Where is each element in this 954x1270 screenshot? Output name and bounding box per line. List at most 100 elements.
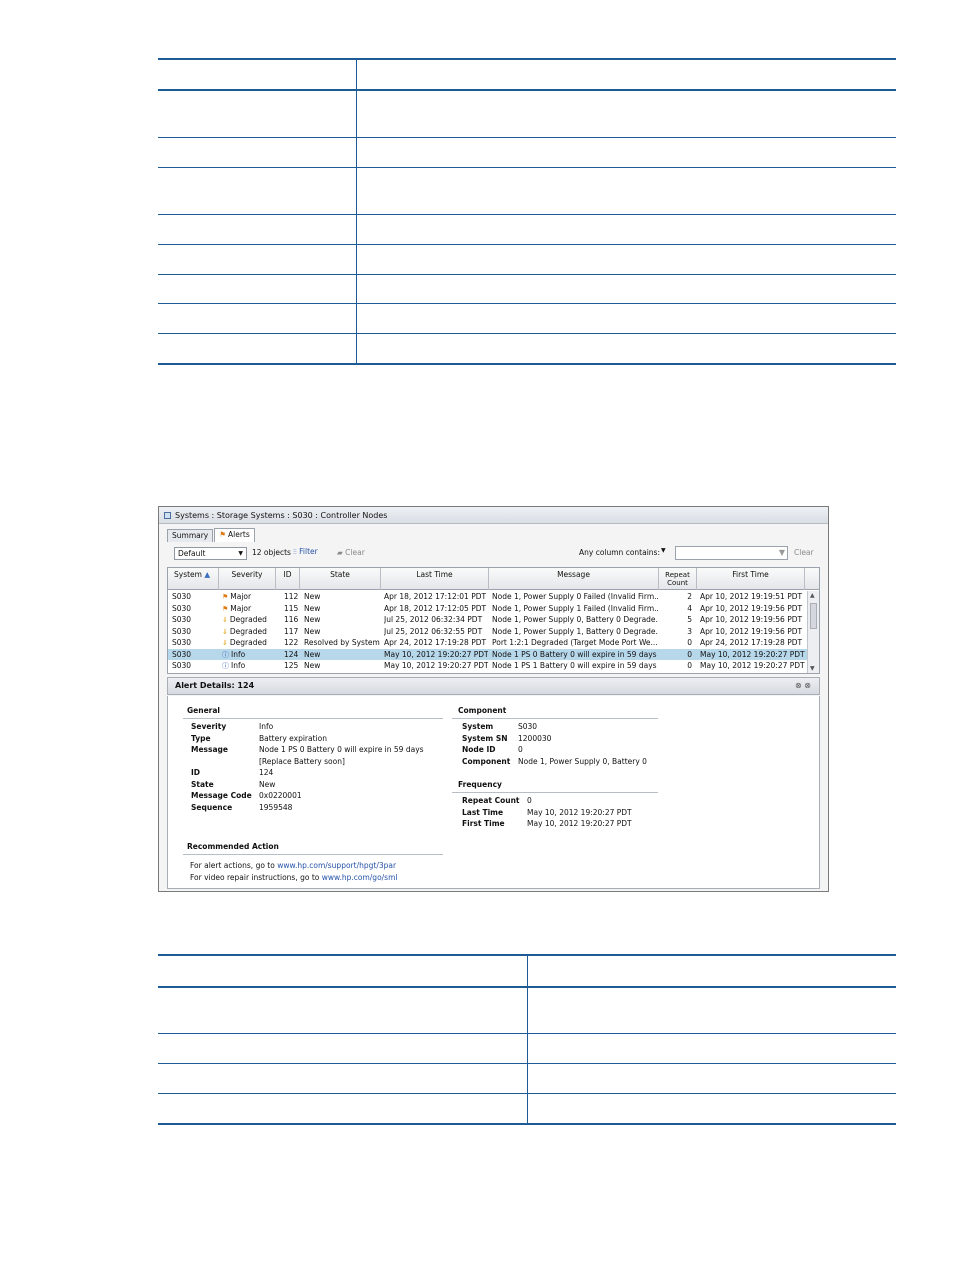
cell-system: S030 (172, 626, 192, 636)
cell-id: 124 (284, 649, 299, 659)
window-titlebar: Systems : Storage Systems : S030 : Contr… (159, 507, 828, 524)
cell-last-time: Apr 18, 2012 17:12:01 PDT (384, 592, 487, 601)
cell-first-time: Apr 24, 2012 17:19:28 PDT (700, 638, 803, 647)
column-header-repeat-count[interactable]: Repeat Count (659, 568, 697, 590)
field-label: Severity (191, 722, 227, 731)
column-filter-dropdown[interactable]: ▼ (661, 547, 666, 554)
document-table-top (158, 58, 896, 365)
cell-repeat-count: 2 (687, 592, 692, 601)
cell-message: Port 1:2:1 Degraded (Target Mode Port We… (492, 638, 658, 647)
breadcrumb: Systems : Storage Systems : S030 : Contr… (175, 511, 388, 520)
cell-message: Node 1 PS 1 Battery 0 will expire in 59 … (492, 661, 658, 670)
table-scrollbar[interactable]: ▲ ▼ (807, 591, 819, 673)
column-header-system[interactable]: System ▲ (168, 568, 219, 590)
cell-message: Node 1, Power Supply 0, Battery 0 Degrad… (492, 615, 658, 624)
table-row[interactable]: S030 ⚑ Major 115 New Apr 18, 2012 17:12:05 PD… (168, 603, 808, 615)
flag-icon: ⚑ (222, 604, 229, 613)
cell-message: Node 1, Power Supply 1, Battery 0 Degrad… (492, 626, 658, 636)
column-header-message[interactable]: Message (489, 568, 659, 590)
clear-filter-button[interactable]: ▰ Clear (337, 548, 365, 557)
flag-icon: ⚑ (219, 530, 226, 539)
alert-actions-link[interactable]: www.hp.com/support/hpgt/3par (277, 861, 396, 870)
field-label: System (462, 722, 494, 731)
column-header-first-time[interactable]: First Time (697, 568, 805, 590)
filter-select[interactable]: Default ▼ (174, 547, 247, 560)
field-label: System SN (462, 733, 508, 743)
collapse-down-icon[interactable]: ⊗ (804, 681, 811, 690)
recommended-action-heading: Recommended Action (187, 842, 279, 851)
table-header: System ▲ Severity ID State Last Time Mes… (168, 568, 819, 590)
nodes-icon (164, 512, 171, 519)
arrow-down-icon: ⇓ (222, 616, 228, 624)
field-value: 0 (518, 745, 523, 754)
field-label: Node ID (462, 745, 496, 754)
severity-label: Degraded (229, 638, 267, 647)
field-label: Type (191, 733, 211, 743)
info-icon: ⓘ (222, 662, 229, 670)
cell-last-time: Apr 18, 2012 17:12:05 PDT (384, 603, 487, 613)
scroll-up-icon[interactable]: ▲ (810, 592, 815, 599)
column-header-last-time[interactable]: Last Time (381, 568, 489, 590)
tab-summary[interactable]: Summary (167, 529, 214, 542)
tab-alerts[interactable]: ⚑ Alerts (214, 528, 255, 542)
cell-repeat-count: 0 (687, 649, 692, 659)
filter-button[interactable]: ⫶⫶ Filter (293, 547, 318, 557)
table-body: S030 ⚑ Major 112 New Apr 18, 2012 17:12:01 PD… (168, 591, 808, 672)
cell-system: S030 (172, 661, 192, 670)
field-label: Message (191, 745, 228, 754)
cell-last-time: Jul 25, 2012 06:32:55 PDT (384, 626, 483, 636)
alerts-window: Systems : Storage Systems : S030 : Contr… (158, 506, 829, 892)
cell-repeat-count: 0 (687, 638, 692, 647)
divider (452, 792, 658, 793)
table-row[interactable]: S030 ⇓ Degraded 116 New Jul 25, 2012 06:32:34… (168, 614, 808, 626)
severity-label: Major (230, 603, 252, 613)
field-label: Message Code (191, 791, 252, 800)
arrow-down-icon: ⇓ (222, 639, 228, 647)
alert-details-header: Alert Details: 124 ⊗ ⊗ (167, 677, 820, 695)
field-value: 0 (527, 796, 532, 805)
field-value: 124 (259, 768, 274, 777)
search-input[interactable]: ▼ (675, 546, 788, 560)
scroll-down-icon[interactable]: ▼ (810, 665, 815, 672)
field-value: Node 1 PS 0 Battery 0 will expire in 59 … (259, 745, 424, 754)
table-row[interactable]: S030 ⚑ Major 112 New Apr 18, 2012 17:12:01 PD… (168, 591, 808, 603)
cell-repeat-count: 0 (687, 661, 692, 670)
arrow-down-icon: ⇓ (222, 627, 228, 636)
cell-id: 115 (284, 603, 299, 613)
table-row[interactable]: S030 ⓘ Info 125 New May 10, 2012 19:20:27 PDT… (168, 660, 808, 672)
cell-last-time: May 10, 2012 19:20:27 PDT (384, 649, 488, 659)
cell-message: Node 1 PS 0 Battery 0 will expire in 59 … (492, 649, 658, 659)
cell-last-time: Apr 24, 2012 17:19:28 PDT (384, 638, 487, 647)
divider (183, 854, 443, 855)
cell-id: 116 (284, 615, 299, 624)
cell-system: S030 (172, 649, 192, 659)
cell-state: Resolved by System (304, 638, 380, 647)
video-repair-link[interactable]: www.hp.com/go/sml (322, 873, 398, 882)
field-label: Repeat Count (462, 796, 520, 805)
cell-message: Node 1, Power Supply 1 Failed (Invalid F… (492, 603, 658, 613)
alerts-toolbar: Default ▼ 12 objects ⫶⫶ Filter ▰ Clear An… (167, 545, 820, 563)
chevron-down-icon: ▼ (238, 550, 243, 557)
table-row[interactable]: S030 ⓘ Info 124 New May 10, 2012 19:20:27 PDT… (168, 648, 808, 660)
column-header-severity[interactable]: Severity (219, 568, 276, 590)
alerts-table: System ▲ Severity ID State Last Time Mes… (167, 567, 820, 674)
table-row[interactable]: S030 ⇓ Degraded 122 Resolved by System Apr 24… (168, 637, 808, 649)
field-label: Component (462, 756, 511, 766)
table-row[interactable]: S030 ⇓ Degraded 117 New Jul 25, 2012 06:32:55… (168, 626, 808, 638)
cell-first-time: May 10, 2012 19:20:27 PDT (700, 649, 805, 659)
alert-details-panel: General Severity Info Type Battery expirati… (167, 696, 820, 889)
cell-last-time: May 10, 2012 19:20:27 PDT (384, 661, 488, 670)
flag-icon: ⚑ (222, 593, 229, 601)
field-value: 1959548 (259, 802, 293, 812)
scroll-thumb[interactable] (810, 603, 817, 629)
collapse-up-icon[interactable]: ⊗ (795, 681, 802, 690)
column-header-id[interactable]: ID (276, 568, 300, 590)
cell-message: Node 1, Power Supply 0 Failed (Invalid F… (492, 592, 658, 601)
field-value: S030 (518, 722, 538, 731)
cell-id: 112 (284, 592, 299, 601)
severity-label: Degraded (229, 615, 267, 624)
column-header-state[interactable]: State (300, 568, 381, 590)
clear-search-button[interactable]: Clear (794, 548, 814, 557)
field-value: 0x0220001 (259, 791, 302, 800)
cell-first-time: Apr 10, 2012 19:19:56 PDT (700, 626, 803, 636)
